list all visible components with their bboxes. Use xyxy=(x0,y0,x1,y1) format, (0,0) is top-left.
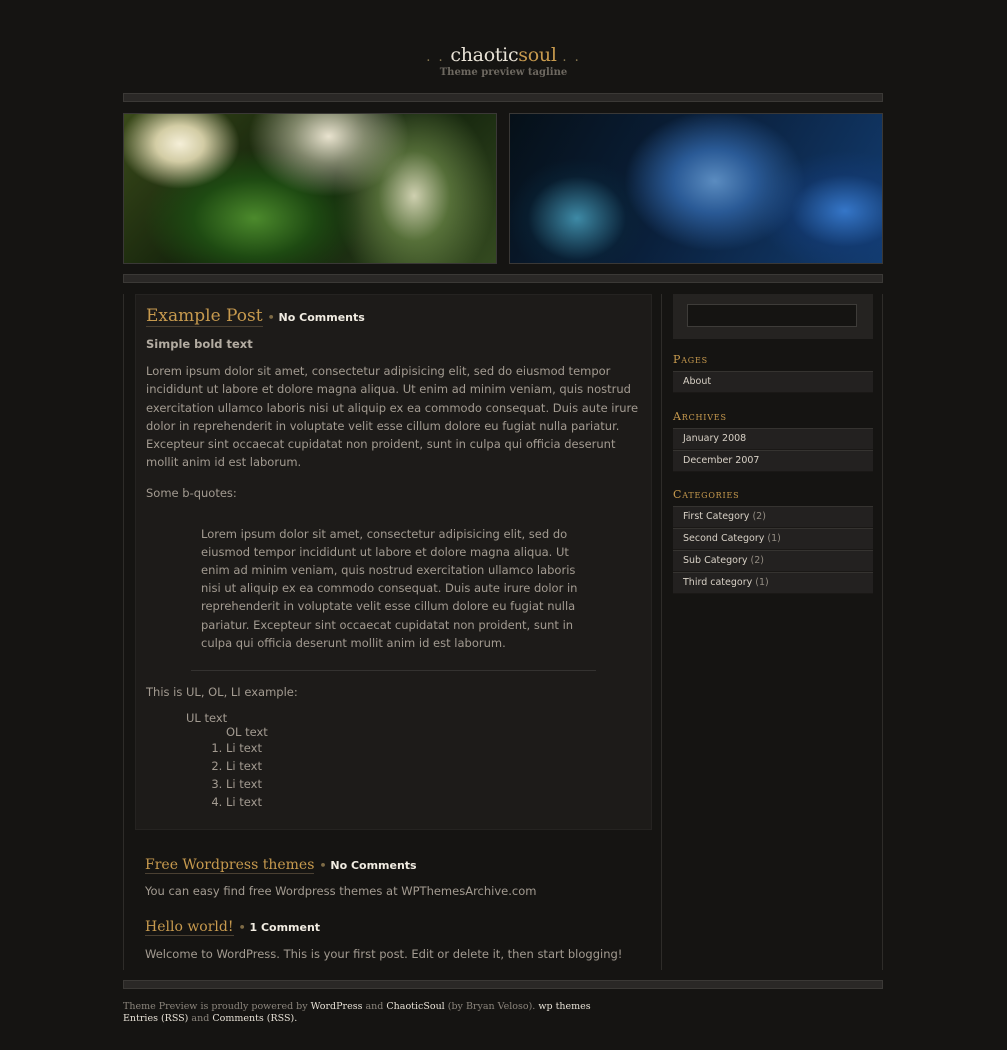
pages-title: Pages xyxy=(673,353,708,366)
site-header: . . chaoticsoul . . Theme preview taglin… xyxy=(0,44,1007,78)
header-image-green xyxy=(123,113,497,264)
archives-title: Archives xyxy=(673,410,727,423)
post-meta: • No Comments xyxy=(268,311,365,324)
search-input[interactable] xyxy=(687,304,857,327)
bquote-intro: Some b-quotes: xyxy=(146,486,237,501)
main-content: Example Post • No Comments Simple bold t… xyxy=(135,294,652,970)
post-hello-world: Hello world! • 1 Comment Welcome to Word… xyxy=(145,916,622,963)
footer-text: Theme Preview is proudly powered by xyxy=(123,1001,308,1012)
footer-text: (by Bryan Veloso). xyxy=(447,1001,536,1012)
ol-text: OL text xyxy=(226,725,268,740)
chaoticsoul-link[interactable]: ChaoticSoul xyxy=(386,1001,444,1012)
post-title-link[interactable]: Hello world! xyxy=(145,919,234,936)
title-dots-left: . . xyxy=(426,50,445,65)
category-name[interactable]: Second Category xyxy=(683,533,764,544)
post-free-themes: Free Wordpress themes • No Comments You … xyxy=(145,854,536,900)
category-count: (2) xyxy=(750,555,764,566)
meta-separator: • xyxy=(267,311,275,324)
top-divider-bar xyxy=(123,93,883,102)
sidebar-item-about[interactable]: About xyxy=(673,371,873,393)
footer-text: and xyxy=(365,1001,384,1012)
blockquote-text: Lorem ipsum dolor sit amet, consectetur … xyxy=(201,526,578,650)
content-wrapper: Example Post • No Comments Simple bold t… xyxy=(123,294,883,970)
post-header: Free Wordpress themes • No Comments xyxy=(145,854,536,874)
meta-separator: • xyxy=(238,921,246,934)
site-footer: Theme Preview is proudly powered by Word… xyxy=(123,1001,883,1025)
sidebar-item-sub-category[interactable]: Sub Category (2) xyxy=(673,550,873,572)
post-example: Example Post • No Comments Simple bold t… xyxy=(135,294,652,830)
footer-line-1: Theme Preview is proudly powered by Word… xyxy=(123,1001,883,1013)
categories-title: Categories xyxy=(673,488,740,501)
sidebar-item-december-2007[interactable]: December 2007 xyxy=(673,450,873,472)
post-body: Welcome to WordPress. This is your first… xyxy=(145,947,623,961)
bold-text: Simple bold text xyxy=(146,337,253,351)
post-header: Hello world! • 1 Comment xyxy=(145,916,622,936)
footer-period: . xyxy=(294,1013,298,1024)
post-body: You can easy find free Wordpress themes … xyxy=(145,884,537,898)
category-count: (1) xyxy=(767,533,781,544)
post-paragraph: Lorem ipsum dolor sit amet, consectetur … xyxy=(146,364,639,470)
site-title[interactable]: . . chaoticsoul . . xyxy=(0,44,1007,66)
post-meta: • No Comments xyxy=(319,859,416,872)
category-name[interactable]: Sub Category xyxy=(683,555,748,566)
header-image-blue xyxy=(509,113,883,264)
post-meta: • 1 Comment xyxy=(239,921,320,934)
category-count: (2) xyxy=(752,511,766,522)
blockquote: Lorem ipsum dolor sit amet, consectetur … xyxy=(191,525,596,672)
site-tagline: Theme preview tagline xyxy=(439,67,568,78)
categories-list: First Category (2) Second Category (1) S… xyxy=(673,506,873,594)
bottom-divider-bar xyxy=(123,980,883,989)
category-name[interactable]: Third category xyxy=(683,577,752,588)
list-item: Li text xyxy=(226,757,641,775)
sidebar-item-third-category[interactable]: Third category (1) xyxy=(673,572,873,594)
comments-rss-link[interactable]: Comments (RSS) xyxy=(212,1013,294,1024)
archives-list: January 2008 December 2007 xyxy=(673,428,873,472)
search-widget xyxy=(673,294,873,339)
ordered-list: Li text Li text Li text Li text xyxy=(146,739,641,811)
list-item: Li text xyxy=(226,793,641,811)
sidebar: Pages About Archives January 2008 Decemb… xyxy=(661,294,873,970)
pages-list: About xyxy=(673,371,873,393)
entries-rss-link[interactable]: Entries (RSS) xyxy=(123,1013,188,1024)
list-item: Li text xyxy=(226,739,641,757)
comments-link[interactable]: 1 Comment xyxy=(249,921,320,934)
footer-text: and xyxy=(191,1013,210,1024)
sidebar-item-first-category[interactable]: First Category (2) xyxy=(673,506,873,528)
post-header: Example Post • No Comments xyxy=(146,306,641,327)
list-item: Li text xyxy=(226,775,641,793)
title-accent[interactable]: soul xyxy=(518,44,557,66)
sidebar-item-january-2008[interactable]: January 2008 xyxy=(673,428,873,450)
post-title-link[interactable]: Example Post xyxy=(146,306,263,327)
title-main[interactable]: chaotic xyxy=(450,44,518,66)
list-intro: This is UL, OL, LI example: xyxy=(146,685,298,700)
title-dots-right: . . xyxy=(562,50,581,65)
ul-text: UL text xyxy=(186,711,228,726)
meta-separator: • xyxy=(319,859,327,872)
category-name[interactable]: First Category xyxy=(683,511,749,522)
post-title-link[interactable]: Free Wordpress themes xyxy=(145,857,315,874)
wordpress-link[interactable]: WordPress xyxy=(311,1001,363,1012)
comments-link[interactable]: No Comments xyxy=(330,859,416,872)
category-count: (1) xyxy=(755,577,769,588)
sidebar-item-second-category[interactable]: Second Category (1) xyxy=(673,528,873,550)
footer-line-2: Entries (RSS) and Comments (RSS). xyxy=(123,1013,883,1025)
wp-themes-link[interactable]: wp themes xyxy=(538,1001,590,1012)
comments-link[interactable]: No Comments xyxy=(279,311,365,324)
banner-divider-bar xyxy=(123,274,883,283)
